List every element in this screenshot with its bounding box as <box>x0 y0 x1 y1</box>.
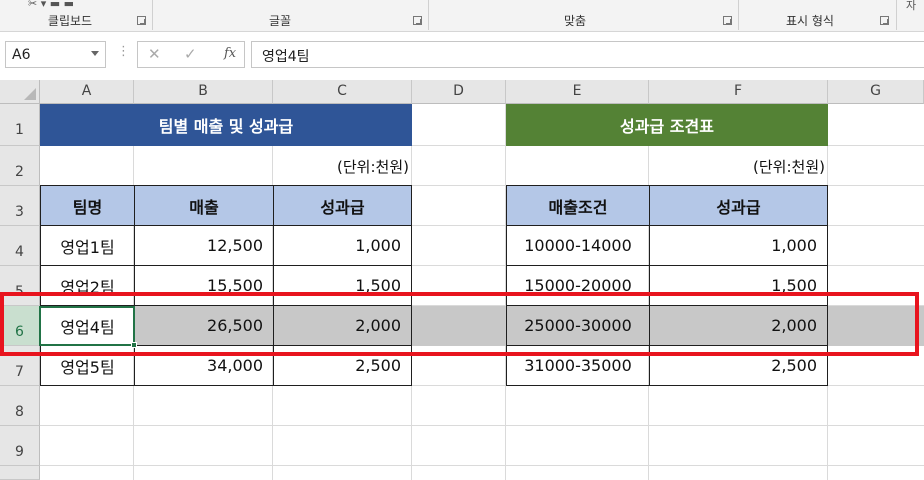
styles-group-fragment: 자 <box>906 0 917 12</box>
formula-bar: A6 ⋮ ✕ ✓ fx 영업4팀 <box>0 32 924 80</box>
gridline <box>40 425 924 426</box>
insert-function-icon[interactable]: fx <box>224 46 236 61</box>
clipboard-launcher-icon[interactable] <box>137 16 146 25</box>
table2-header-bonus[interactable]: 성과급 <box>649 185 828 226</box>
table1-unit[interactable]: (단위:천원) <box>273 146 412 186</box>
row-header-2[interactable]: 2 <box>0 146 40 186</box>
row-header-10[interactable] <box>0 466 40 480</box>
worksheet-grid[interactable]: A B C D E F G 1 2 3 4 5 6 7 8 9 팀별 매출 및 … <box>0 80 924 480</box>
table1-header-sales[interactable]: 매출 <box>134 185 274 226</box>
group-number-format-label: 표시 형식 <box>786 14 834 28</box>
row-header-1[interactable]: 1 <box>0 104 40 146</box>
select-all-button[interactable] <box>0 80 40 104</box>
table2-unit[interactable]: (단위:천원) <box>649 146 828 186</box>
column-header-e[interactable]: E <box>506 80 649 104</box>
column-header-d[interactable]: D <box>412 80 506 104</box>
table1-cell-sales[interactable]: 12,500 <box>134 225 274 266</box>
font-launcher-icon[interactable] <box>413 16 422 25</box>
column-header-b[interactable]: B <box>134 80 273 104</box>
highlight-annotation-box <box>0 292 919 356</box>
chevron-down-icon[interactable] <box>91 51 99 56</box>
column-header-g[interactable]: G <box>828 80 924 104</box>
table2-title[interactable]: 성과급 조견표 <box>506 104 828 146</box>
number-format-launcher-icon[interactable] <box>880 16 889 25</box>
formula-input[interactable]: 영업4팀 <box>251 41 924 68</box>
group-font-label: 글꼴 <box>268 14 292 28</box>
enter-icon[interactable]: ✓ <box>184 45 197 63</box>
row-header-8[interactable]: 8 <box>0 386 40 426</box>
table1-header-bonus[interactable]: 성과급 <box>273 185 412 226</box>
table1-cell-bonus[interactable]: 1,000 <box>273 225 412 266</box>
formula-input-value: 영업4팀 <box>262 49 310 65</box>
table1-header-team[interactable]: 팀명 <box>40 185 135 226</box>
name-box[interactable]: A6 <box>5 41 106 68</box>
clipboard-tool-fragment: ✂ ▾ ▬ ▬ <box>28 0 75 10</box>
group-alignment-label: 맞춤 <box>563 14 587 28</box>
row-header-3[interactable]: 3 <box>0 186 40 226</box>
group-divider <box>428 0 429 30</box>
gridline <box>40 465 924 466</box>
alignment-launcher-icon[interactable] <box>723 16 732 25</box>
table1-title[interactable]: 팀별 매출 및 성과급 <box>40 104 412 146</box>
column-header-a[interactable]: A <box>40 80 134 104</box>
group-divider <box>896 0 897 30</box>
group-clipboard-label: 클립보드 <box>47 14 93 28</box>
ribbon: ✂ ▾ ▬ ▬ 클립보드 글꼴 맞춤 표시 형식 자 <box>0 0 924 32</box>
name-box-value: A6 <box>12 47 31 63</box>
row-header-9[interactable]: 9 <box>0 426 40 466</box>
column-header-f[interactable]: F <box>649 80 828 104</box>
table2-cell-condition[interactable]: 10000-14000 <box>506 225 650 266</box>
table2-header-condition[interactable]: 매출조건 <box>506 185 650 226</box>
formula-buttons: ✕ ✓ fx <box>137 41 245 68</box>
row-header-4[interactable]: 4 <box>0 226 40 266</box>
table2-cell-bonus[interactable]: 1,000 <box>649 225 828 266</box>
column-header-c[interactable]: C <box>273 80 412 104</box>
more-options-icon[interactable]: ⋮ <box>117 44 130 59</box>
group-divider <box>738 0 739 30</box>
table1-cell-team[interactable]: 영업1팀 <box>40 225 135 266</box>
cancel-icon[interactable]: ✕ <box>148 45 161 63</box>
group-divider <box>152 0 153 30</box>
